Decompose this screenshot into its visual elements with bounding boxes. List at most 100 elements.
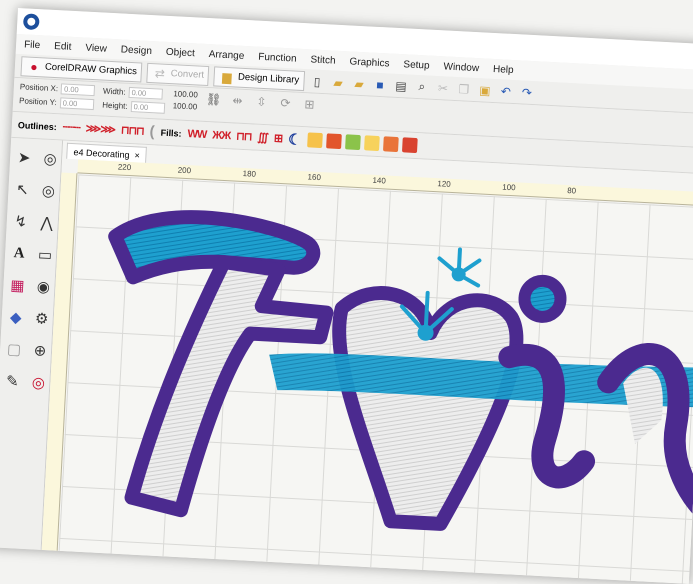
- pattern-tool-icon[interactable]: ⚙: [29, 303, 55, 334]
- stitch-point-tool-icon[interactable]: ◎: [36, 175, 62, 206]
- print-icon[interactable]: ▤: [393, 77, 410, 94]
- coreldraw-graphics-button[interactable]: ● CorelDRAW Graphics: [20, 56, 142, 82]
- select-tool-icon[interactable]: ➤: [11, 142, 37, 173]
- fill-column-icon[interactable]: ⊓⊓: [236, 130, 252, 144]
- ruler-tick: 140: [372, 176, 386, 186]
- convert-label: Convert: [171, 68, 205, 81]
- fill-grid-icon[interactable]: ⊞: [274, 132, 283, 145]
- menu-stitch[interactable]: Stitch: [310, 54, 336, 66]
- node-tool-icon[interactable]: ⋀: [34, 207, 60, 238]
- menu-view[interactable]: View: [85, 42, 107, 54]
- effect-tool-6-icon[interactable]: [402, 137, 418, 153]
- outline-running-stitch-icon[interactable]: ┄┄┄: [63, 121, 81, 135]
- fill-satin-icon[interactable]: WW: [187, 128, 206, 141]
- effect-tools: [307, 132, 418, 153]
- design-library-label: Design Library: [238, 72, 300, 86]
- ruler-tick: 180: [242, 169, 256, 179]
- copy-icon[interactable]: ❐: [456, 81, 473, 98]
- color-palette-tool-icon[interactable]: ▦: [5, 270, 31, 301]
- save-icon[interactable]: ■: [372, 76, 389, 93]
- reshape-tool-icon[interactable]: ◎: [37, 143, 63, 174]
- fill-tool-icon[interactable]: ◆: [3, 302, 29, 333]
- menu-file[interactable]: File: [24, 39, 41, 51]
- width-label: Width:: [103, 87, 126, 97]
- outline-curve-icon[interactable]: (: [149, 123, 155, 140]
- knife-tool-icon[interactable]: ↯: [8, 206, 34, 237]
- menu-graphics[interactable]: Graphics: [349, 56, 390, 69]
- zoom-tool-icon[interactable]: ⊕: [27, 335, 53, 366]
- app-logo-icon: [23, 13, 40, 30]
- app-window: File Edit View Design Object Arrange Fun…: [0, 8, 693, 584]
- ruler-tick: 100: [502, 183, 516, 193]
- undo-icon[interactable]: ↶: [497, 83, 514, 100]
- position-x-label: Position X:: [20, 82, 59, 93]
- text-tool-icon[interactable]: A: [6, 238, 32, 269]
- menu-edit[interactable]: Edit: [54, 40, 72, 52]
- position-y-label: Position Y:: [19, 96, 57, 107]
- menu-setup[interactable]: Setup: [403, 59, 430, 71]
- height-label: Height:: [102, 101, 128, 111]
- scale-fields: 100.00 100.00: [172, 89, 198, 111]
- stitch-edit-tool-icon[interactable]: ↖: [10, 174, 36, 205]
- cut-icon[interactable]: ✂: [435, 79, 452, 96]
- scale-height-input[interactable]: 100.00: [172, 101, 197, 111]
- lock-ratio-icon[interactable]: ⛓: [205, 91, 222, 108]
- menu-design[interactable]: Design: [121, 44, 153, 57]
- align-icon[interactable]: ⊞: [301, 96, 318, 113]
- menu-object[interactable]: Object: [166, 46, 195, 58]
- open-file-icon[interactable]: ▰: [330, 74, 347, 91]
- pen-tool-icon[interactable]: ✎: [0, 366, 25, 397]
- coreldraw-graphics-label: CorelDRAW Graphics: [45, 61, 137, 77]
- appliqué-tool-icon[interactable]: ▢: [1, 334, 27, 365]
- fill-tatami-icon[interactable]: ЖЖ: [212, 129, 230, 142]
- print-preview-icon[interactable]: ⌕: [414, 78, 431, 95]
- effect-tool-5-icon[interactable]: [383, 136, 399, 152]
- workspace: ➤ ◎ ↖ ◎ ↯ ⋀ A ▭ ▦ ◉ ◆ ⚙ ▢ ⊕ ✎ ◎ e4 Decor…: [0, 138, 693, 584]
- convert-button[interactable]: ⇄ Convert: [146, 62, 209, 85]
- width-field: Width: 0.00: [103, 86, 166, 100]
- letter-i-dot: [524, 280, 562, 318]
- open-recent-icon[interactable]: ▰: [351, 75, 368, 92]
- position-fields: Position X: 0.00 Position Y: 0.00: [19, 81, 95, 110]
- design-canvas[interactable]: [59, 174, 693, 584]
- menu-function[interactable]: Function: [258, 51, 297, 64]
- menu-arrange[interactable]: Arrange: [208, 49, 244, 62]
- position-x-field: Position X: 0.00: [20, 81, 96, 96]
- crescent-fill-icon[interactable]: ☾: [288, 130, 302, 149]
- paste-icon[interactable]: ▣: [476, 82, 493, 99]
- coreldraw-balloon-icon: ●: [26, 58, 43, 75]
- folder-icon: ▆: [219, 68, 236, 85]
- effect-tool-4-icon[interactable]: [364, 135, 380, 151]
- ruler-tick: 220: [118, 162, 132, 172]
- effect-tool-1-icon[interactable]: [307, 132, 323, 148]
- new-file-icon[interactable]: ▯: [309, 73, 326, 90]
- ruler-tick: 200: [178, 166, 192, 176]
- ruler-tick: 120: [437, 179, 451, 189]
- height-field: Height: 0.00: [102, 100, 165, 114]
- position-y-field: Position Y: 0.00: [19, 95, 95, 110]
- scale-width-input[interactable]: 100.00: [173, 89, 198, 99]
- fills-label: Fills:: [160, 127, 182, 138]
- design-library-button[interactable]: ▆ Design Library: [213, 66, 304, 91]
- menu-window[interactable]: Window: [443, 61, 479, 74]
- outline-bean-stitch-icon[interactable]: ⊓⊓⊓: [121, 124, 144, 138]
- width-input[interactable]: 0.00: [128, 87, 163, 100]
- outlines-label: Outlines:: [18, 120, 57, 132]
- circle-tool-icon[interactable]: ◉: [31, 271, 57, 302]
- position-y-input[interactable]: 0.00: [59, 97, 94, 110]
- rectangle-tool-icon[interactable]: ▭: [32, 239, 58, 270]
- mirror-vertical-icon[interactable]: ⇳: [253, 93, 270, 110]
- position-x-input[interactable]: 0.00: [61, 83, 96, 96]
- height-input[interactable]: 0.00: [130, 101, 165, 114]
- document-area: e4 Decorating × 220 200 180 160 140 120 …: [42, 141, 693, 584]
- redo-icon[interactable]: ↷: [518, 84, 535, 101]
- close-tab-icon[interactable]: ×: [134, 150, 140, 160]
- hoop-tool-icon[interactable]: ◎: [26, 367, 52, 398]
- fill-zigzag-icon[interactable]: ∭: [257, 131, 268, 145]
- effect-tool-2-icon[interactable]: [326, 133, 342, 149]
- rotate-icon[interactable]: ⟳: [277, 95, 294, 112]
- effect-tool-3-icon[interactable]: [345, 134, 361, 150]
- outline-satin-stitch-icon[interactable]: ⋙⋙: [85, 122, 115, 137]
- mirror-horizontal-icon[interactable]: ⇹: [229, 92, 246, 109]
- menu-help[interactable]: Help: [493, 63, 514, 75]
